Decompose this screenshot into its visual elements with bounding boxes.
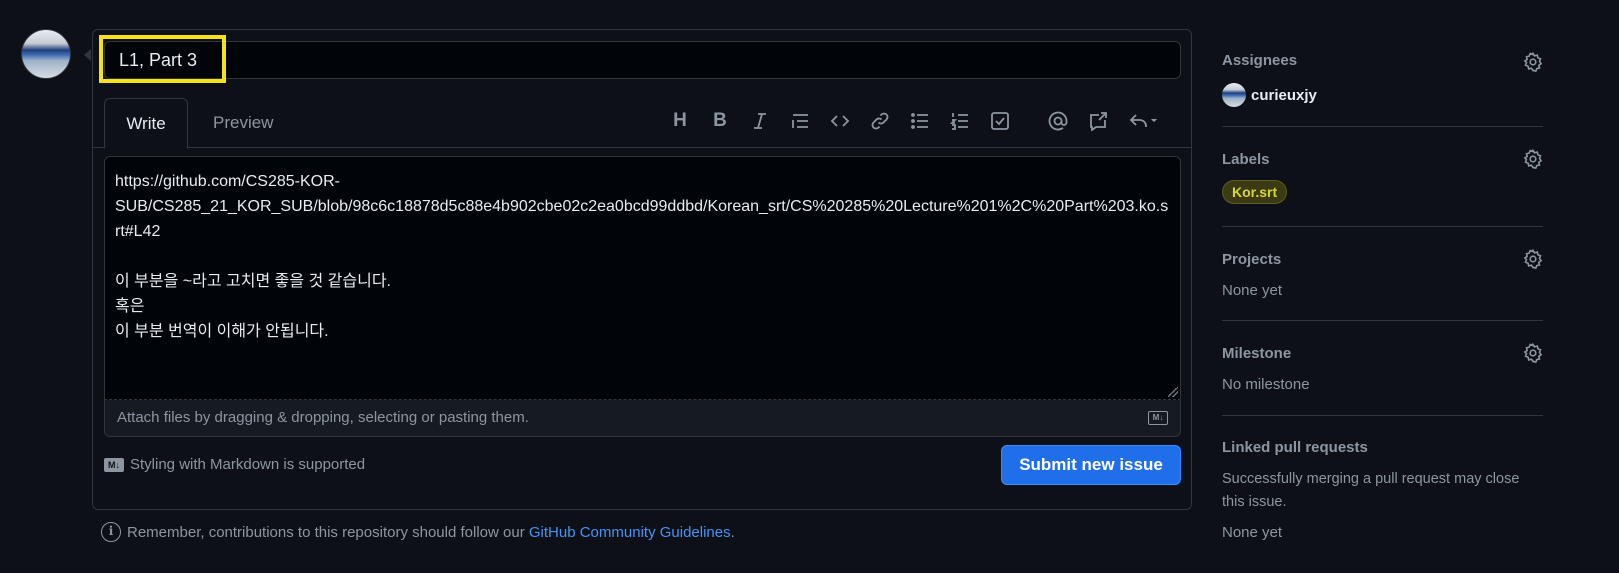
markdown-badge-icon: M↓ (104, 457, 124, 472)
projects-value: None yet (1222, 282, 1283, 299)
issue-form: Write Preview H B (92, 29, 1192, 510)
avatar-pointer (84, 49, 91, 61)
mention-icon[interactable] (1046, 110, 1070, 132)
issue-sidebar: Assignees curieuxjy Labels Kor.srt Proje… (1222, 36, 1543, 541)
assignee-item[interactable]: curieuxjy (1222, 83, 1543, 107)
code-icon[interactable] (828, 110, 852, 132)
attach-files-bar[interactable]: Attach files by dragging & dropping, sel… (104, 400, 1181, 437)
italic-icon[interactable] (748, 110, 772, 132)
reply-icon[interactable] (1126, 110, 1162, 132)
markdown-icon: M↓ (1148, 411, 1168, 425)
ordered-list-icon[interactable] (948, 110, 972, 132)
milestone-heading[interactable]: Milestone (1222, 321, 1543, 362)
issue-body-textarea[interactable]: https://github.com/CS285-KOR- SUB/CS285_… (104, 156, 1181, 400)
task-list-icon[interactable] (988, 110, 1012, 132)
linked-prs-description: Successfully merging a pull request may … (1222, 471, 1520, 510)
submit-issue-button[interactable]: Submit new issue (1001, 445, 1181, 485)
label-kor-srt[interactable]: Kor.srt (1222, 180, 1288, 204)
user-avatar[interactable] (21, 29, 71, 79)
bold-icon[interactable]: B (708, 110, 732, 132)
assignees-section: Assignees curieuxjy (1222, 36, 1543, 127)
projects-gear-icon[interactable] (1523, 248, 1543, 270)
link-icon[interactable] (868, 110, 892, 132)
labels-gear-icon[interactable] (1523, 148, 1543, 170)
milestone-value: No milestone (1222, 376, 1310, 393)
markdown-note: M↓ Styling with Markdown is supported (104, 456, 365, 473)
attach-hint: Attach files by dragging & dropping, sel… (117, 409, 529, 426)
assignees-gear-icon[interactable] (1523, 51, 1543, 73)
tab-write[interactable]: Write (104, 98, 188, 149)
assignees-heading[interactable]: Assignees (1222, 36, 1543, 69)
linked-prs-section: Linked pull requests Successfully mergin… (1222, 416, 1543, 541)
projects-heading[interactable]: Projects (1222, 227, 1543, 268)
markdown-toolbar: H B (668, 110, 1178, 132)
quote-icon[interactable] (788, 110, 812, 132)
guidelines-text: Remember, contributions to this reposito… (127, 523, 525, 541)
tab-preview[interactable]: Preview (193, 98, 293, 149)
linked-prs-heading: Linked pull requests (1222, 439, 1368, 456)
milestone-gear-icon[interactable] (1523, 342, 1543, 364)
unordered-list-icon[interactable] (908, 110, 932, 132)
labels-section: Labels Kor.srt (1222, 127, 1543, 227)
guidelines-link[interactable]: GitHub Community Guidelines (529, 524, 731, 541)
labels-heading[interactable]: Labels (1222, 127, 1543, 168)
heading-icon[interactable]: H (668, 110, 692, 132)
issue-title-input[interactable] (104, 41, 1181, 79)
guidelines-note: i Remember, contributions to this reposi… (101, 522, 735, 542)
info-icon: i (101, 522, 121, 542)
guidelines-suffix: . (730, 523, 735, 541)
assignee-avatar (1222, 83, 1246, 107)
projects-section: Projects None yet (1222, 227, 1543, 321)
assignee-name[interactable]: curieuxjy (1251, 87, 1317, 104)
milestone-section: Milestone No milestone (1222, 321, 1543, 416)
reference-icon[interactable] (1086, 110, 1110, 132)
markdown-note-text[interactable]: Styling with Markdown is supported (130, 456, 365, 473)
linked-prs-value: None yet (1222, 524, 1283, 541)
new-issue-page: Write Preview H B (0, 0, 1619, 573)
